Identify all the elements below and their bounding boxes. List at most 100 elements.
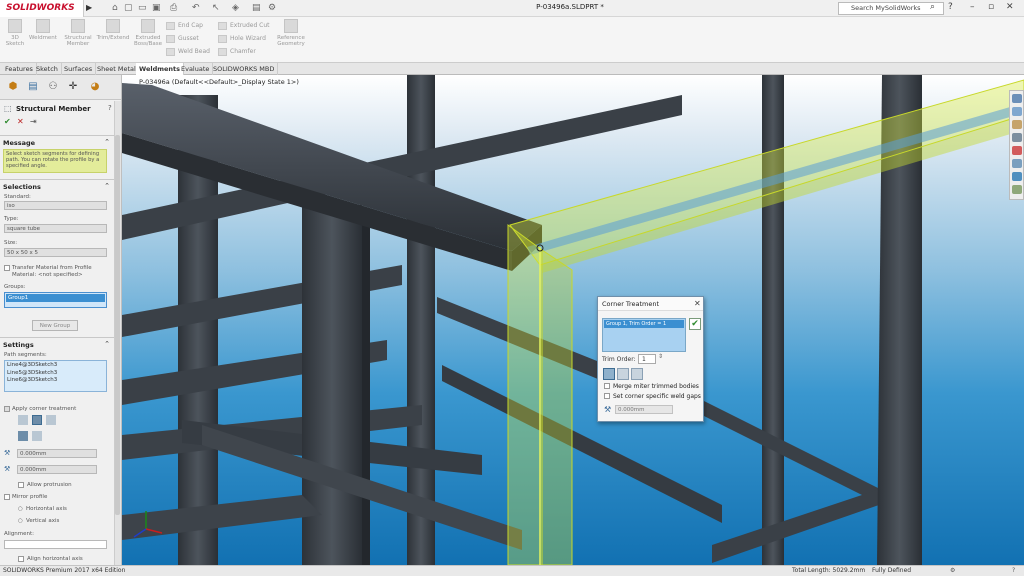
end-miter-icon[interactable] — [603, 368, 615, 380]
minimize-icon[interactable]: – — [970, 2, 975, 12]
mirror-profile-checkbox[interactable] — [4, 494, 10, 500]
tab-weldments[interactable]: Weldments — [136, 63, 185, 75]
save-icon[interactable]: ▣ — [152, 3, 161, 13]
apply-corner-checkbox[interactable] — [4, 406, 10, 412]
horizontal-axis-radio[interactable]: ○ — [18, 506, 23, 512]
path-segments-list[interactable]: Line4@3DSketch3 Line5@3DSketch3 Line6@3D… — [4, 360, 107, 392]
help-icon[interactable]: ? — [1012, 566, 1015, 576]
ok-icon[interactable]: ✔ — [4, 117, 11, 126]
groups-list[interactable]: Group1 — [4, 292, 107, 308]
trim-order-spinner[interactable]: 1 — [638, 354, 656, 364]
new-document-icon[interactable]: ▢ — [124, 3, 133, 13]
transfer-material-checkbox[interactable] — [4, 265, 10, 271]
alignment-field[interactable] — [4, 540, 107, 549]
align-horizontal-checkbox[interactable] — [18, 556, 24, 562]
end-butt2-icon[interactable] — [46, 415, 56, 425]
cancel-icon[interactable]: ✕ — [17, 117, 24, 126]
hole-wizard-button[interactable]: Hole Wizard — [218, 32, 272, 45]
graphics-area[interactable]: P-03496a (Default<<Default>_Display Stat… — [122, 75, 1024, 565]
undo-icon[interactable]: ↶ — [192, 3, 200, 13]
options-icon[interactable]: ⚙ — [268, 3, 276, 13]
print-icon[interactable]: ⎙ — [170, 3, 177, 13]
chamfer-button[interactable]: Chamfer — [218, 45, 272, 58]
end-butt2-icon[interactable] — [631, 368, 643, 380]
select-icon[interactable]: ↖ — [212, 3, 220, 13]
corner-group-list[interactable]: Group 1, Trim Order = 1 — [602, 318, 686, 352]
open-icon[interactable]: ▭ — [138, 3, 147, 13]
trim-extend-button[interactable]: Trim/Extend — [96, 19, 130, 41]
standard-select[interactable]: iso — [4, 201, 107, 210]
gusset-button[interactable]: Gusset — [166, 32, 212, 45]
chevron-up-icon[interactable]: ⌃ — [104, 340, 110, 348]
menu-arrow-icon[interactable]: ▶ — [86, 3, 92, 12]
extruded-cut-button[interactable]: Extruded Cut — [218, 19, 272, 32]
weldment-frame-model[interactable] — [122, 75, 1024, 565]
list-item[interactable]: Line4@3DSketch3 — [7, 362, 104, 370]
chevron-up-icon[interactable]: ⌃ — [104, 182, 110, 190]
tab-evaluate[interactable]: Evaluate — [178, 63, 214, 75]
appearances-icon[interactable] — [1012, 146, 1022, 155]
home-icon[interactable]: ⌂ — [112, 3, 118, 13]
list-item[interactable]: Line6@3DSketch3 — [7, 377, 104, 385]
file-explorer-icon[interactable] — [1012, 120, 1022, 129]
weld-gaps-checkbox[interactable] — [604, 393, 610, 399]
allow-protrusion-checkbox[interactable] — [18, 482, 24, 488]
search-icon[interactable]: ⌕ — [930, 2, 935, 12]
end-butt1-icon[interactable] — [617, 368, 629, 380]
property-manager-icon[interactable]: ▤ — [24, 79, 42, 94]
solidworks-logo[interactable]: SOLIDWORKS — [0, 0, 84, 17]
design-library-icon[interactable] — [1012, 107, 1022, 116]
search-input[interactable]: Search MySolidWorks — [838, 2, 944, 15]
tab-sketch[interactable]: Sketch — [33, 63, 62, 75]
chevron-up-icon[interactable]: ⌃ — [104, 138, 110, 146]
vertical-axis-radio[interactable]: ○ — [18, 518, 23, 524]
display-manager-icon[interactable]: ◕ — [86, 79, 104, 94]
dimxpert-icon[interactable]: ✛ — [64, 79, 82, 94]
rebuild-status-icon[interactable]: ⚙ — [950, 566, 955, 576]
weld-gap-field[interactable]: 0.000mm — [615, 405, 673, 414]
file-properties-icon[interactable]: ▤ — [252, 3, 261, 13]
new-group-button[interactable]: New Group — [32, 320, 78, 331]
accept-button[interactable]: ✔ — [689, 318, 701, 330]
merge-miter-checkbox[interactable] — [604, 383, 610, 389]
feature-tree-root[interactable]: P-03496a (Default<<Default>_Display Stat… — [139, 78, 299, 86]
spinner-arrows-icon[interactable]: ⇕ — [658, 353, 663, 360]
structural-member-button[interactable]: Structural Member — [62, 19, 94, 47]
configuration-manager-icon[interactable]: ⚇ — [44, 79, 62, 94]
pushpin-icon[interactable]: ⇥ — [30, 117, 37, 126]
list-item[interactable]: Group1 — [6, 294, 105, 302]
resources-icon[interactable] — [1012, 94, 1022, 103]
weldment-button[interactable]: Weldment — [28, 19, 58, 41]
help-icon[interactable]: ? — [948, 2, 953, 12]
end-miter-icon[interactable] — [18, 415, 28, 425]
tab-solidworks-mbd[interactable]: SOLIDWORKS MBD — [210, 63, 279, 75]
3d-sketch-button[interactable]: 3D Sketch — [4, 19, 26, 47]
list-item[interactable]: Line5@3DSketch3 — [7, 370, 104, 378]
reference-geometry-button[interactable]: Reference Geometry — [274, 19, 308, 47]
weld-bead-button[interactable]: Weld Bead — [166, 45, 212, 58]
view-palette-icon[interactable] — [1012, 133, 1022, 142]
help-icon[interactable]: ? — [108, 104, 112, 112]
list-item[interactable]: Group 1, Trim Order = 1 — [604, 320, 684, 328]
tab-sheet-metal[interactable]: Sheet Metal — [94, 63, 140, 75]
maximize-icon[interactable]: ▫ — [988, 2, 994, 12]
extruded-boss-button[interactable]: Extruded Boss/Base — [132, 19, 164, 47]
rebuild-icon[interactable]: ◈ — [232, 3, 239, 13]
simple-cut-icon[interactable] — [18, 431, 28, 441]
custom-properties-icon[interactable] — [1012, 159, 1022, 168]
type-select[interactable]: square tube — [4, 224, 107, 233]
gap-field-1[interactable]: 0.000mm — [17, 449, 97, 458]
gap-field-2[interactable]: 0.000mm — [17, 465, 97, 474]
close-icon[interactable]: ✕ — [1006, 2, 1014, 12]
tab-surfaces[interactable]: Surfaces — [61, 63, 97, 75]
forum-icon[interactable] — [1012, 172, 1022, 181]
end-cap-button[interactable]: End Cap — [166, 19, 212, 32]
feature-manager-icon[interactable]: ⬢ — [4, 79, 22, 94]
coped-cut-icon[interactable] — [32, 431, 42, 441]
tab-features[interactable]: Features — [2, 63, 37, 75]
solidworks-forum-icon[interactable] — [1012, 185, 1022, 194]
end-butt1-icon[interactable] — [32, 415, 42, 425]
scrollbar-thumb[interactable] — [115, 135, 120, 515]
close-icon[interactable]: ✕ — [694, 299, 701, 308]
size-select[interactable]: 50 x 50 x 5 — [4, 248, 107, 257]
